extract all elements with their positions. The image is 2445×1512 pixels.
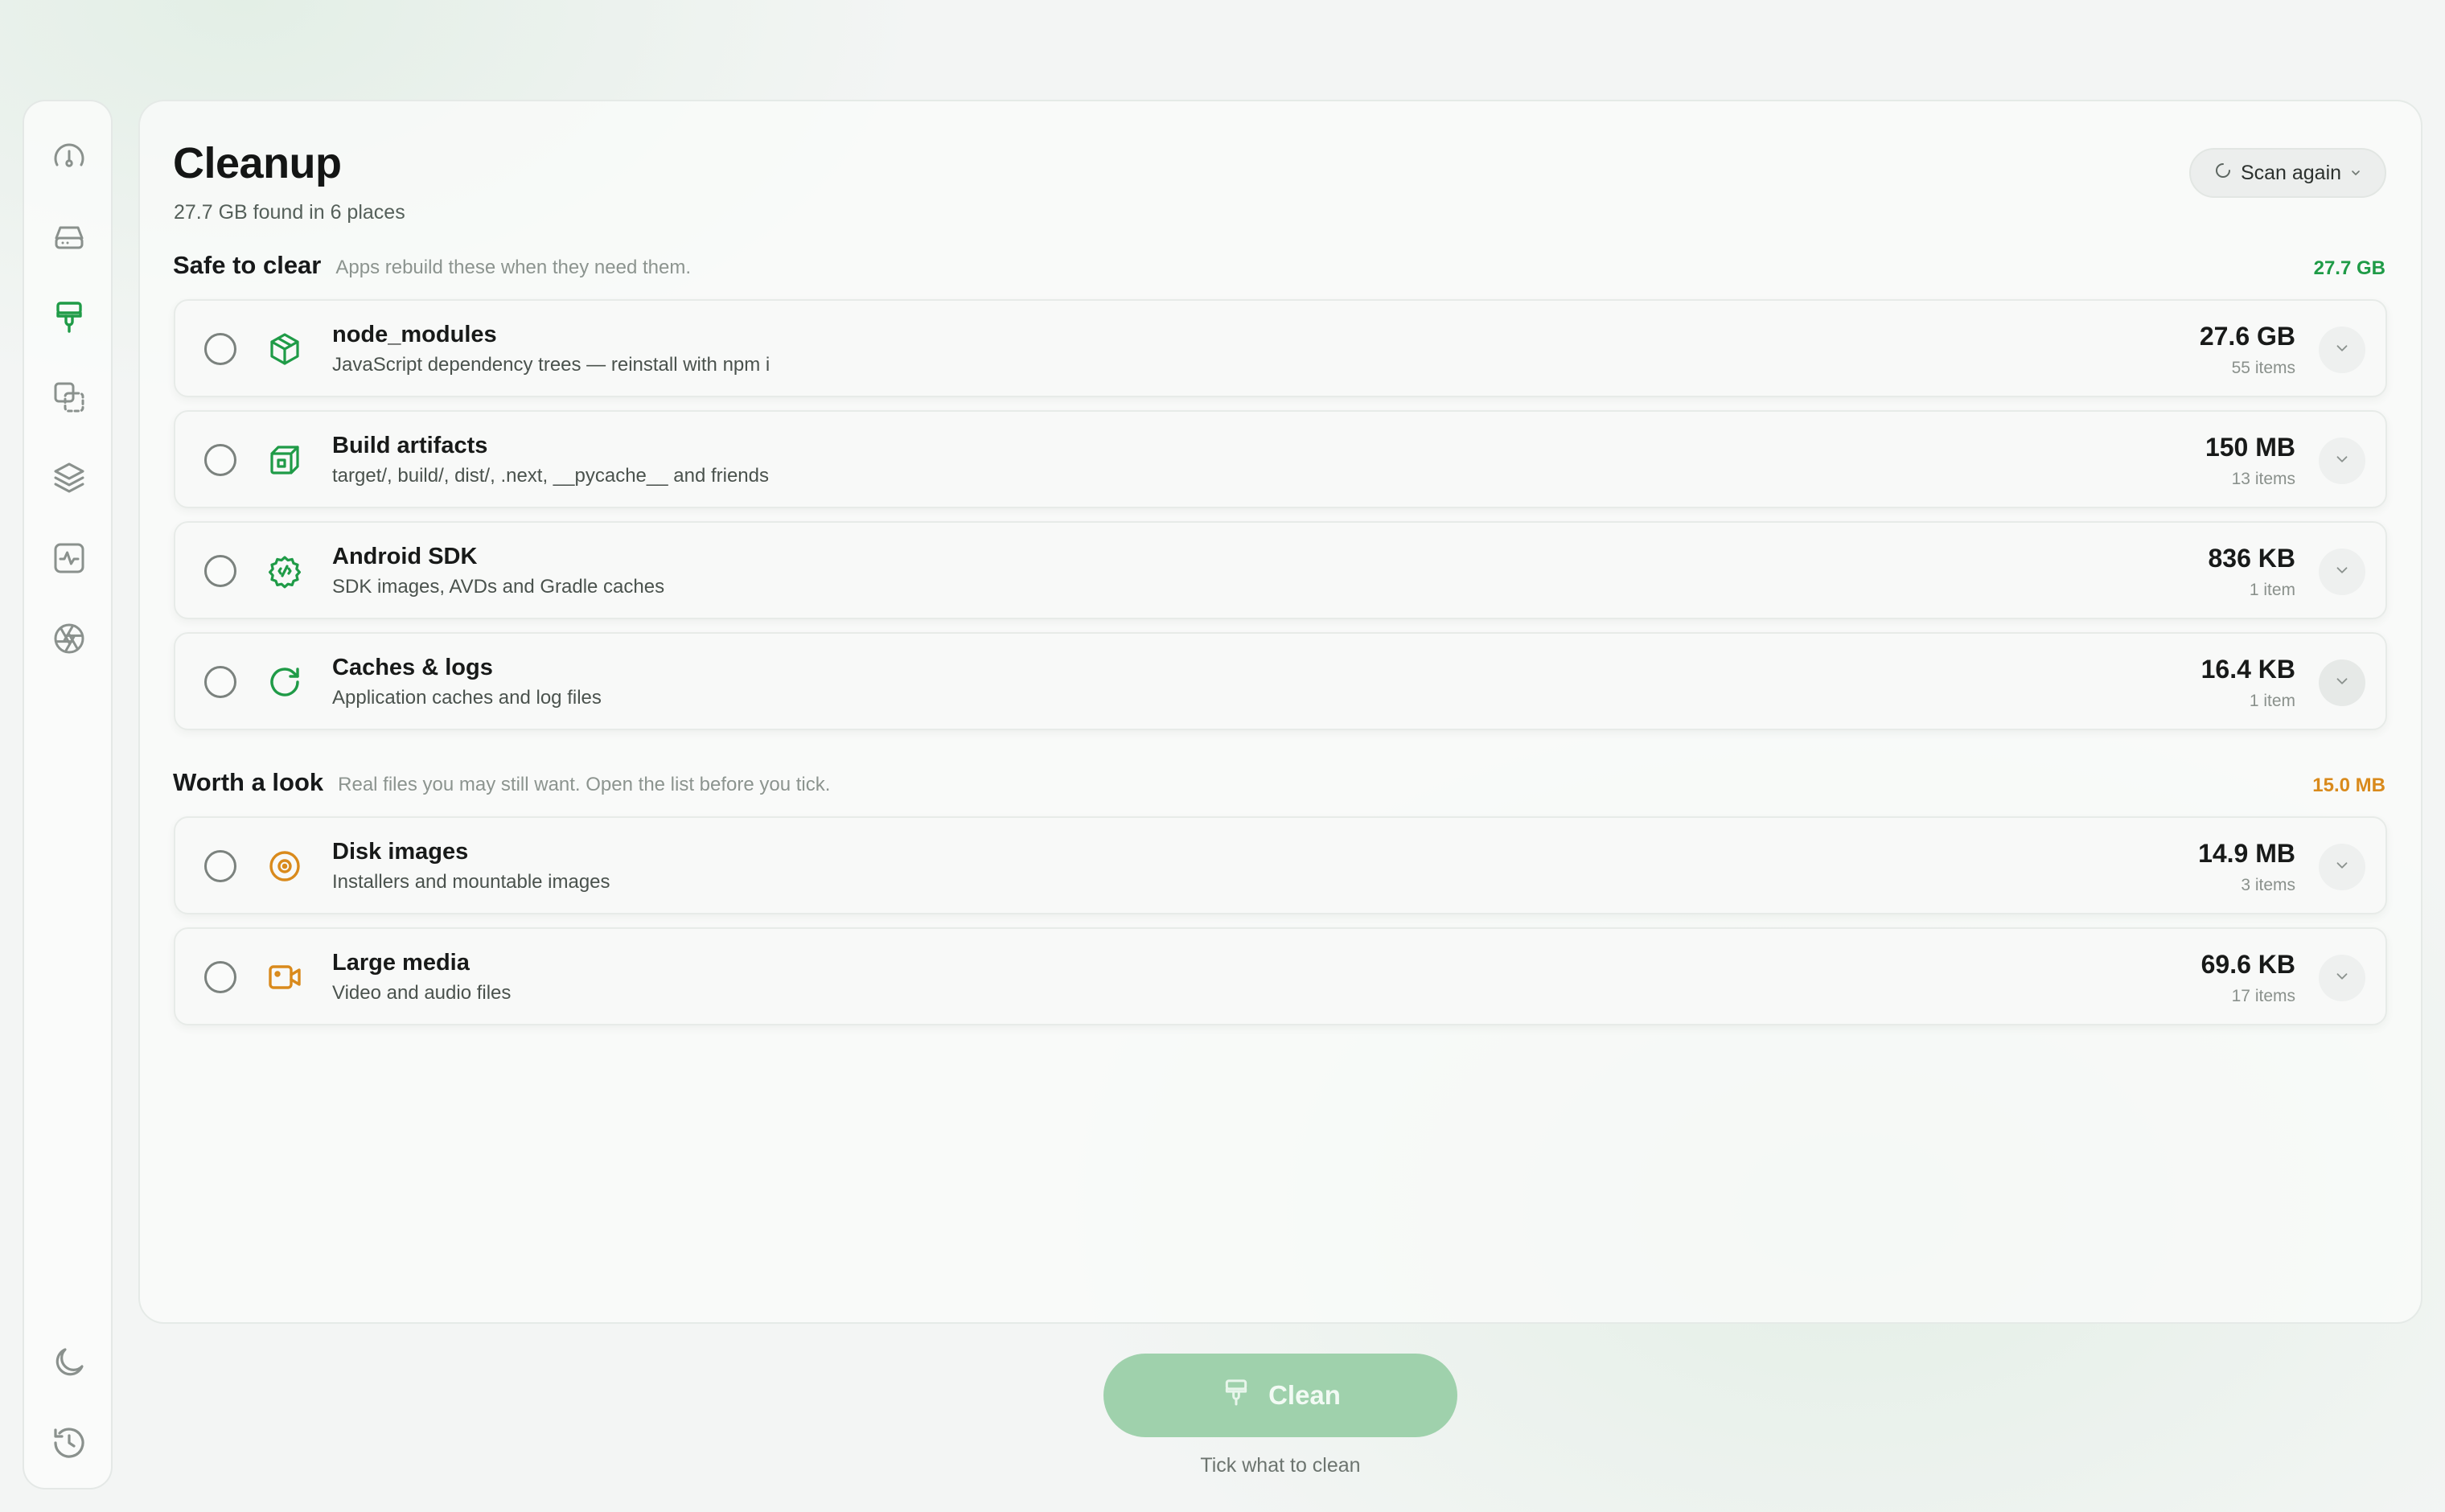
chip-icon — [265, 552, 304, 590]
expand-button[interactable] — [2319, 438, 2365, 484]
section-header-worth: Worth a look Real files you may still wa… — [173, 768, 830, 797]
nav-history[interactable] — [45, 1420, 93, 1469]
disc-icon — [265, 847, 304, 885]
expand-button[interactable] — [2319, 549, 2365, 595]
chevron-down-icon — [2333, 561, 2351, 583]
activity-icon — [50, 539, 88, 581]
scan-again-label: Scan again — [2240, 161, 2342, 184]
chevron-down-icon — [2349, 162, 2362, 185]
section-header-safe: Safe to clear Apps rebuild these when th… — [173, 251, 691, 280]
nav-activity[interactable] — [45, 536, 93, 584]
sidebar — [23, 100, 113, 1489]
brush-icon — [1220, 1376, 1252, 1415]
chevron-down-icon — [2333, 672, 2351, 694]
theme-toggle[interactable] — [45, 1340, 93, 1388]
gauge-icon — [50, 137, 88, 179]
item-count: 13 items — [2231, 470, 2295, 488]
duplicate-icon — [50, 378, 88, 421]
item-size: 150 MB — [2205, 433, 2295, 462]
item-name: node_modules — [332, 322, 497, 347]
item-count: 17 items — [2231, 987, 2295, 1005]
moon-icon — [50, 1343, 88, 1386]
list-item-node-modules[interactable]: node_modules JavaScript dependency trees… — [174, 299, 2387, 397]
layers-icon — [50, 458, 88, 501]
chevron-down-icon — [2333, 968, 2351, 989]
item-count: 1 item — [2249, 581, 2295, 599]
chevron-down-icon — [2333, 450, 2351, 472]
clean-button[interactable]: Clean — [1103, 1354, 1457, 1437]
nav-drive[interactable] — [45, 214, 93, 262]
history-icon — [50, 1424, 88, 1466]
item-description: Application caches and log files — [332, 687, 602, 709]
scan-again-button[interactable]: Scan again — [2189, 148, 2386, 198]
select-checkbox[interactable] — [204, 333, 236, 365]
list-item-large-media[interactable]: Large media Video and audio files 69.6 K… — [174, 927, 2387, 1025]
item-description: Video and audio files — [332, 982, 512, 1004]
nav-gauge[interactable] — [45, 134, 93, 182]
list-item-android-sdk[interactable]: Android SDK SDK images, AVDs and Gradle … — [174, 521, 2387, 619]
select-checkbox[interactable] — [204, 444, 236, 476]
item-count: 1 item — [2249, 692, 2295, 710]
section-subtitle: Apps rebuild these when they need them. — [335, 257, 691, 278]
clean-label: Clean — [1268, 1380, 1341, 1410]
item-name: Disk images — [332, 839, 469, 865]
list-item-build-artifacts[interactable]: Build artifacts target/, build/, dist/, … — [174, 410, 2387, 508]
expand-button[interactable] — [2319, 955, 2365, 1001]
refresh-icon — [265, 663, 304, 701]
item-size: 836 KB — [2208, 544, 2296, 573]
item-size: 14.9 MB — [2198, 839, 2295, 868]
video-icon — [265, 958, 304, 996]
section-title: Safe to clear — [173, 251, 322, 279]
clean-hint: Tick what to clean — [1200, 1454, 1361, 1477]
nav-layers[interactable] — [45, 455, 93, 503]
cube-icon — [265, 441, 304, 479]
select-checkbox[interactable] — [204, 961, 236, 993]
brush-icon — [50, 298, 88, 340]
item-count: 3 items — [2241, 876, 2295, 894]
section-title: Worth a look — [173, 768, 324, 796]
package-icon — [265, 330, 304, 368]
nav-cleanup[interactable] — [45, 294, 93, 343]
select-checkbox[interactable] — [204, 666, 236, 698]
nav-duplicates[interactable] — [45, 375, 93, 423]
expand-button[interactable] — [2319, 327, 2365, 373]
chevron-down-icon — [2333, 339, 2351, 361]
spinner-icon — [2213, 161, 2233, 186]
page-subtitle: 27.7 GB found in 6 places — [174, 201, 405, 224]
page-title: Cleanup — [173, 139, 342, 187]
item-size: 27.6 GB — [2199, 322, 2295, 351]
item-name: Build artifacts — [332, 433, 488, 458]
list-item-caches-logs[interactable]: Caches & logs Application caches and log… — [174, 632, 2387, 730]
item-name: Android SDK — [332, 544, 478, 569]
item-name: Large media — [332, 950, 470, 976]
select-checkbox[interactable] — [204, 555, 236, 587]
list-item-disk-images[interactable]: Disk images Installers and mountable ima… — [174, 816, 2387, 914]
item-size: 16.4 KB — [2200, 655, 2295, 684]
nav-aperture[interactable] — [45, 616, 93, 664]
section-total-safe: 27.7 GB — [2313, 257, 2385, 279]
drive-icon — [50, 217, 88, 260]
item-size: 69.6 KB — [2200, 950, 2295, 979]
item-name: Caches & logs — [332, 655, 493, 680]
section-total-worth: 15.0 MB — [2312, 774, 2385, 796]
expand-button[interactable] — [2319, 844, 2365, 890]
aperture-icon — [50, 619, 88, 662]
select-checkbox[interactable] — [204, 850, 236, 882]
section-subtitle: Real files you may still want. Open the … — [338, 774, 831, 795]
chevron-down-icon — [2333, 857, 2351, 878]
item-description: JavaScript dependency trees — reinstall … — [332, 354, 770, 376]
item-description: Installers and mountable images — [332, 871, 610, 893]
item-description: target/, build/, dist/, .next, __pycache… — [332, 465, 769, 487]
expand-button[interactable] — [2319, 659, 2365, 706]
item-description: SDK images, AVDs and Gradle caches — [332, 576, 665, 598]
item-count: 55 items — [2231, 359, 2295, 377]
